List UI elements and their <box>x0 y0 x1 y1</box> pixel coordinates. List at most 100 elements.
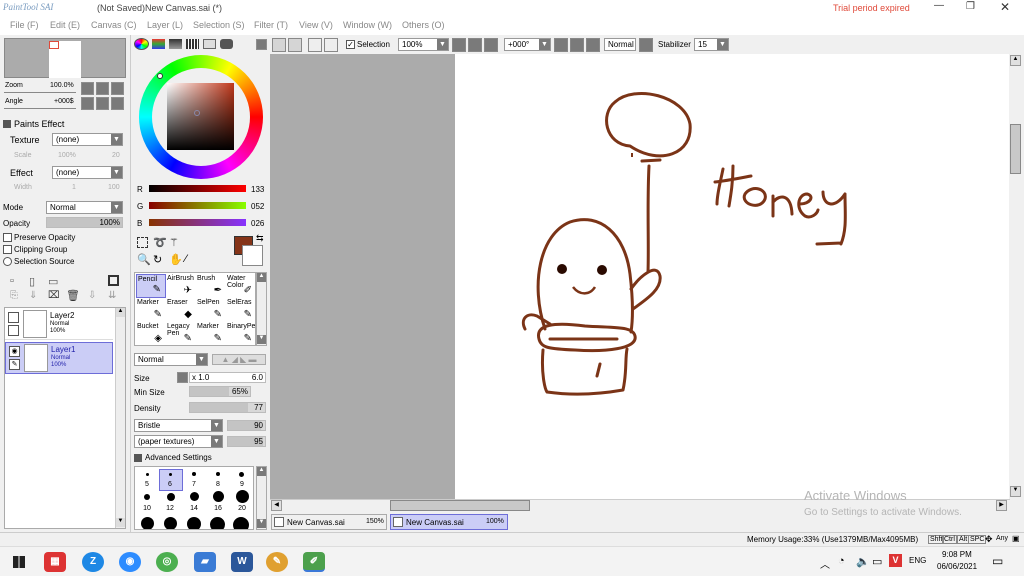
canvas-vscroll-track[interactable]: ▲ ▼ <box>1009 54 1022 499</box>
scroll-down-icon[interactable]: ▼ <box>257 335 266 344</box>
scroll-right-icon[interactable]: ▶ <box>996 500 1007 511</box>
app-icon-5[interactable]: ▰ <box>194 552 216 572</box>
scroll-up-icon[interactable]: ▲ <box>1010 55 1021 66</box>
menu-others[interactable]: Others (O) <box>402 20 445 30</box>
brush-dot[interactable] <box>239 472 244 477</box>
menu-window[interactable]: Window (W) <box>343 20 392 30</box>
layer-mask-icon[interactable] <box>108 275 119 286</box>
brush-dot[interactable] <box>190 492 199 501</box>
rotate-right-button[interactable] <box>570 38 584 52</box>
panel-menu-button[interactable] <box>256 39 267 50</box>
tool-seleras[interactable]: SelEras ✎ <box>226 298 255 322</box>
close-icon[interactable]: ✕ <box>1000 0 1010 14</box>
rotate-left-button[interactable] <box>554 38 568 52</box>
clock-date[interactable]: 06/06/2021 <box>937 562 977 571</box>
menu-canvas[interactable]: Canvas (C) <box>91 20 137 30</box>
texture-dropdown[interactable]: (none) ▼ <box>52 133 123 146</box>
scroll-down-icon[interactable]: ▼ <box>1010 486 1021 497</box>
vscroll-thumb[interactable] <box>1010 124 1021 174</box>
color-wheel[interactable] <box>139 55 263 179</box>
g-slider[interactable] <box>149 202 246 209</box>
scroll-down-icon[interactable]: ▼ <box>257 519 266 528</box>
menu-selection[interactable]: Selection (S) <box>193 20 245 30</box>
view-mode-dropdown[interactable]: Normal <box>604 38 636 51</box>
zoom-in-button[interactable] <box>468 38 482 52</box>
brush-dot[interactable] <box>192 472 196 476</box>
swap-colors-icon[interactable]: ⇆ <box>256 233 264 244</box>
paint-icon[interactable]: ✎ <box>266 552 288 572</box>
redo-button[interactable] <box>288 38 302 52</box>
clipping-group-checkbox[interactable] <box>3 245 12 254</box>
brush-dot[interactable] <box>164 517 177 529</box>
tool-brush[interactable]: Brush ✒ <box>196 274 226 298</box>
menu-edit[interactable]: Edit (E) <box>50 20 80 30</box>
zoom-in-button[interactable] <box>96 82 109 95</box>
r-slider[interactable] <box>149 185 246 192</box>
mode-dropdown[interactable]: Normal ▼ <box>46 201 123 214</box>
restore-icon[interactable]: ❐ <box>966 1 975 12</box>
scroll-up-icon[interactable]: ▲ <box>257 467 266 476</box>
eye-icon[interactable]: ◉ <box>9 346 20 357</box>
clear-layer-icon[interactable]: ⌧ <box>48 290 60 301</box>
pencil-icon[interactable]: ✎ <box>9 359 20 370</box>
brush-dot[interactable] <box>146 473 149 476</box>
minimize-icon[interactable]: — <box>934 0 944 11</box>
rotate-reset-button[interactable] <box>586 38 600 52</box>
merge-visible-icon[interactable]: ⇊ <box>108 290 116 301</box>
zoom-reset-button[interactable] <box>484 38 498 52</box>
vietnamese-input-icon[interactable]: V <box>889 554 902 567</box>
tool-marker-2[interactable]: Marker ✎ <box>196 322 226 345</box>
invert-selection-button[interactable] <box>324 38 338 52</box>
navigator-preview[interactable] <box>4 38 126 78</box>
tool-selpen[interactable]: SelPen ✎ <box>196 298 226 322</box>
tool-airbrush[interactable]: AirBrush ✈ <box>166 274 196 298</box>
effect-dropdown[interactable]: (none) ▼ <box>52 166 123 179</box>
brush-shape-picker[interactable]: ▲ ◢ ◣ ▬ <box>212 354 266 365</box>
copy-layer-icon[interactable]: ⎘ <box>10 290 18 301</box>
flip-button[interactable] <box>639 38 653 52</box>
chevron-up-icon[interactable]: ︿ <box>820 556 830 571</box>
doc-tab[interactable]: New Canvas.sai 150% <box>271 514 387 530</box>
tool-binary-pen[interactable]: BinaryPe ✎ <box>226 322 255 345</box>
brush-dot[interactable] <box>141 517 154 529</box>
language-indicator[interactable]: ENG <box>909 556 926 565</box>
brush-dot[interactable] <box>167 493 175 501</box>
doc-tab-active[interactable]: New Canvas.sai 100% <box>390 514 508 530</box>
zoom-tool-icon[interactable]: 🔍 <box>137 253 151 266</box>
rotate-tool-icon[interactable]: ↻ <box>153 253 162 266</box>
zoom-icon[interactable]: ◉ <box>119 552 141 572</box>
tool-eraser[interactable]: Eraser ◆ <box>166 298 196 322</box>
layer-row[interactable]: Layer2 Normal 100% <box>5 308 113 340</box>
rgb-slider-tab[interactable] <box>152 39 165 49</box>
scroll-down-icon[interactable]: ▼ <box>116 518 125 527</box>
visibility-toggle[interactable] <box>8 312 19 323</box>
merge-down-icon[interactable]: ⇓ <box>29 290 37 301</box>
magic-wand-icon[interactable]: ⚚ <box>169 236 179 249</box>
brush-dot[interactable] <box>144 494 150 500</box>
deselect-button[interactable] <box>308 38 322 52</box>
selection-checkbox[interactable]: ✓ <box>346 40 355 49</box>
tool-watercolor[interactable]: Water Color ✐ <box>226 274 255 298</box>
new-linework-icon[interactable]: ▯ <box>29 275 35 288</box>
zoom-out-button[interactable] <box>81 82 94 95</box>
brush-dot[interactable] <box>213 491 224 502</box>
menu-view[interactable]: View (V) <box>299 20 333 30</box>
paint-tool-sai-icon[interactable]: ✐ <box>303 552 325 572</box>
brush-dot[interactable] <box>233 517 249 529</box>
zoom-reset-button[interactable] <box>111 82 124 95</box>
notifications-icon[interactable]: ▭ <box>992 554 1003 568</box>
tool-bucket[interactable]: Bucket ◈ <box>136 322 166 345</box>
volume-icon[interactable]: 🔈 <box>856 555 870 568</box>
clock-time[interactable]: 9:08 PM <box>942 550 972 559</box>
tool-pencil[interactable]: Pencil ✎ <box>136 274 166 298</box>
tool-grid-scrollbar[interactable]: ▲ ▼ <box>256 272 267 346</box>
menu-file[interactable]: File (F) <box>10 20 39 30</box>
tool-marker[interactable]: Marker ✎ <box>136 298 166 322</box>
app-icon-1[interactable]: ▦ <box>44 552 66 572</box>
minsize-slider[interactable]: 65% <box>189 386 251 397</box>
lock-toggle[interactable] <box>8 325 19 336</box>
advanced-settings-toggle[interactable] <box>134 454 142 462</box>
brush-dot[interactable] <box>236 490 249 503</box>
selection-source-radio[interactable] <box>3 257 12 266</box>
brush-dot[interactable] <box>210 517 225 529</box>
